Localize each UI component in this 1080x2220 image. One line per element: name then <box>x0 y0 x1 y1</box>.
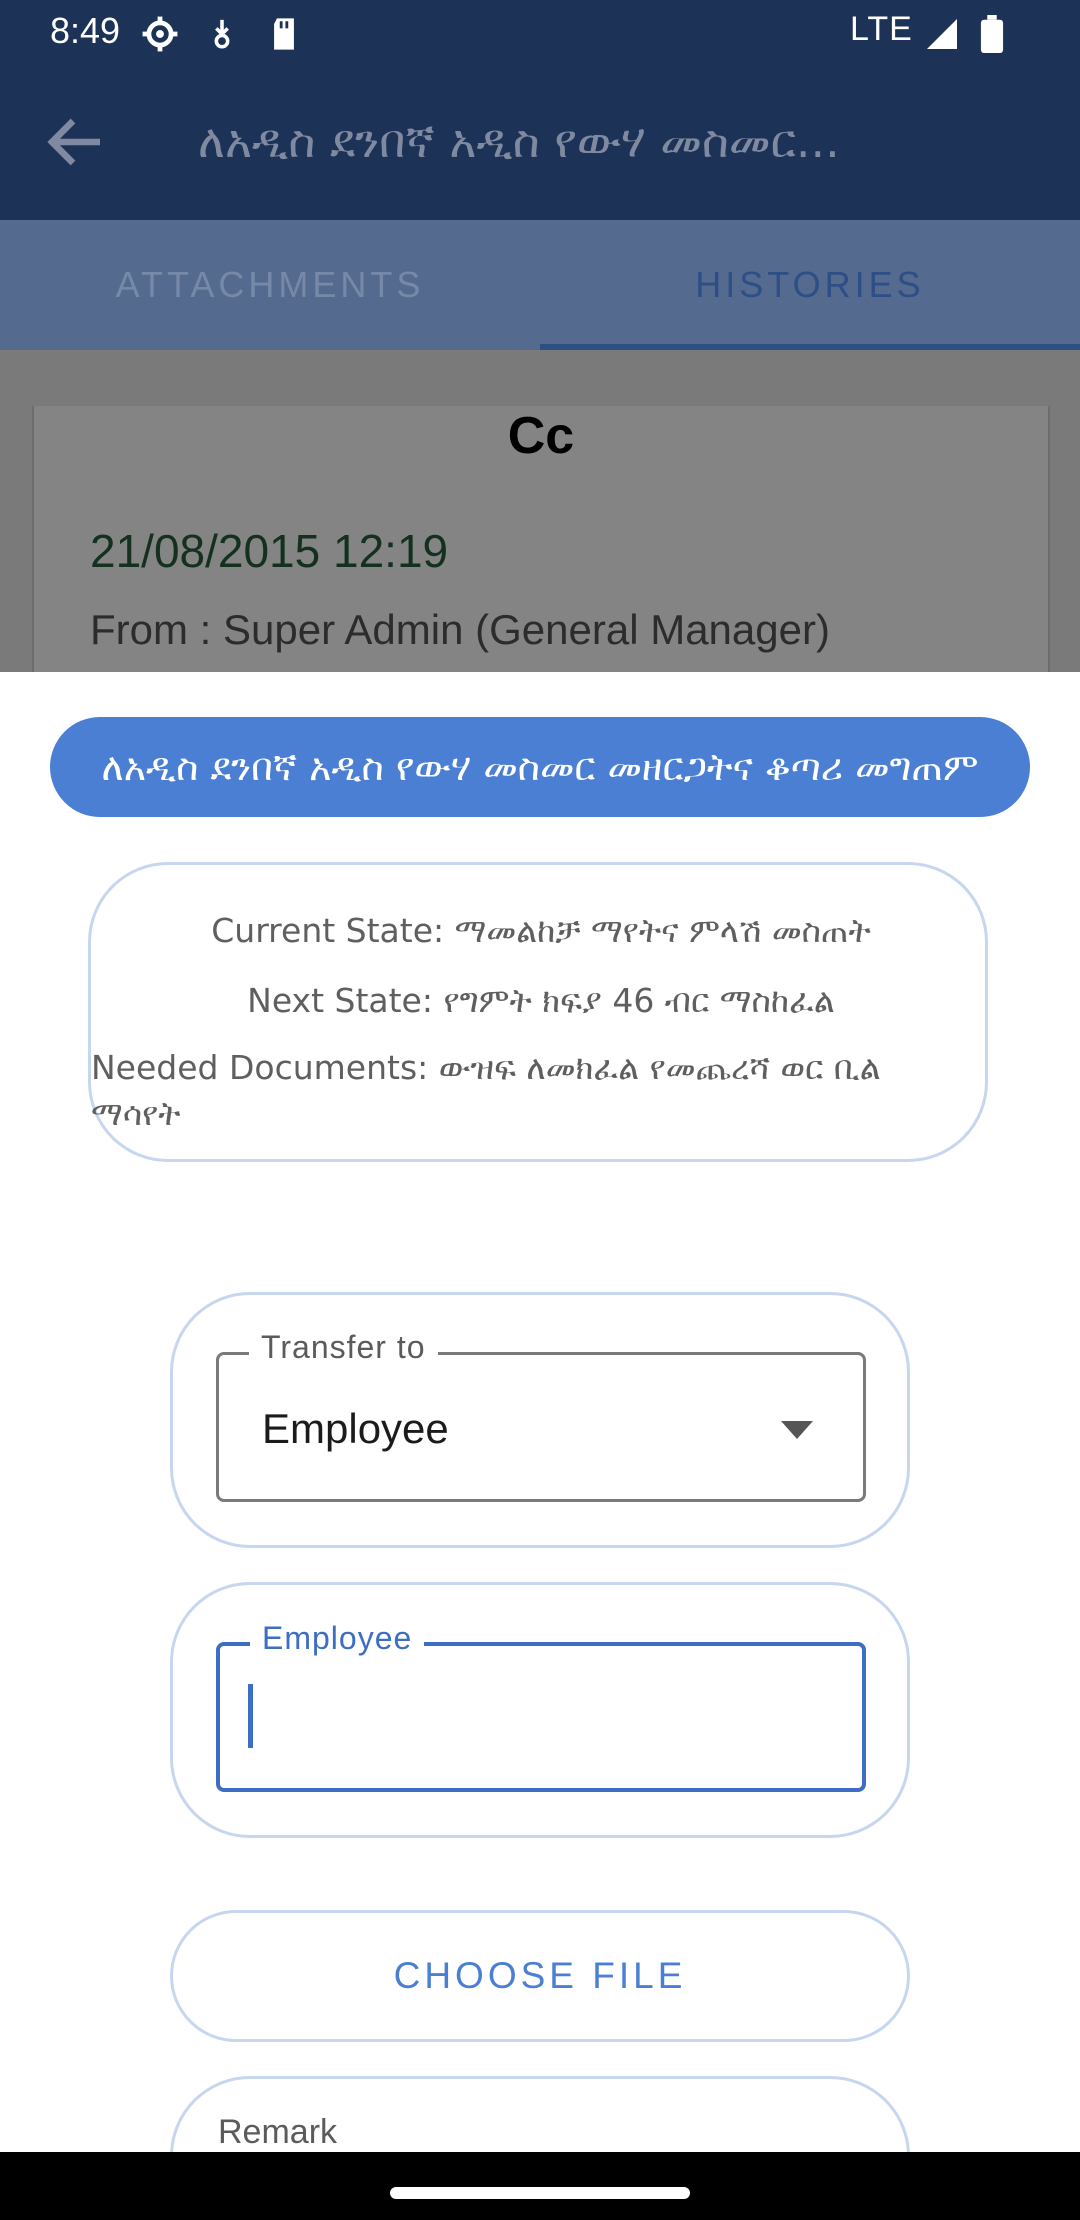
history-card-date: 21/08/2015 12:19 <box>90 525 449 577</box>
history-card: Cc 21/08/2015 12:19 From : Super Admin (… <box>32 406 1050 672</box>
navigation-bar <box>0 2152 1080 2220</box>
page-title: ለአዲስ ደንበኛ አዲስ የውሃ መስመር... <box>198 114 840 168</box>
workflow-title: ለአዲስ ደንበኛ አዲስ የውሃ መስመር መዘርጋትና ቆጣሪ መግጠም <box>50 717 1030 817</box>
settings-icon <box>140 14 180 54</box>
caret-down-icon <box>781 1421 813 1439</box>
employee-container: Employee <box>170 1582 910 1838</box>
transfer-to-container: Transfer to Employee <box>170 1292 910 1548</box>
history-card-title: Cc <box>507 407 575 465</box>
text-cursor <box>248 1684 253 1748</box>
tab-histories[interactable]: HISTORIES <box>540 220 1080 350</box>
app-bar: ለአዲስ ደንበኛ አዲስ የውሃ መስመር... <box>0 66 1080 220</box>
status-bar: 8:49 LTE <box>0 0 1080 66</box>
choose-file-button[interactable]: CHOOSE FILE <box>170 1910 910 2042</box>
status-time: 8:49 <box>50 10 121 51</box>
network-type: LTE <box>850 10 913 48</box>
tab-attachments[interactable]: ATTACHMENTS <box>0 220 540 350</box>
vpn-key-icon <box>202 14 242 54</box>
transfer-to-select[interactable]: Transfer to Employee <box>216 1329 866 1502</box>
current-state: Current State: ማመልከቻ ማየትና ምላሽ መስጠት <box>211 911 871 950</box>
tab-bar: ATTACHMENTS HISTORIES <box>0 220 1080 350</box>
next-state: Next State: የግምት ክፍያ 46 ብር ማስከፈል <box>247 981 835 1020</box>
transfer-to-label: Transfer to <box>249 1329 438 1366</box>
transfer-to-value: Employee <box>262 1405 449 1452</box>
arrow-left-icon[interactable] <box>40 106 112 178</box>
home-gesture-handle[interactable] <box>390 2187 690 2199</box>
battery-icon <box>972 14 1012 54</box>
needed-documents: Needed Documents: ውዝፍ ለመክፈል የመጨረሻ ወር ቢል … <box>91 1048 881 1133</box>
remark-label[interactable]: Remark <box>218 2113 337 2152</box>
sd-card-icon <box>264 14 304 54</box>
employee-label: Employee <box>250 1620 425 1657</box>
state-info-box: Current State: ማመልከቻ ማየትና ምላሽ መስጠት Next … <box>88 862 988 1162</box>
signal-icon <box>922 14 962 54</box>
remark-container: Remark <box>170 2076 910 2152</box>
history-card-from: From : Super Admin (General Manager) <box>90 606 830 653</box>
bottom-sheet: ለአዲስ ደንበኛ አዲስ የውሃ መስመር መዘርጋትና ቆጣሪ መግጠም C… <box>0 672 1080 2152</box>
employee-input[interactable]: Employee <box>216 1620 866 1792</box>
